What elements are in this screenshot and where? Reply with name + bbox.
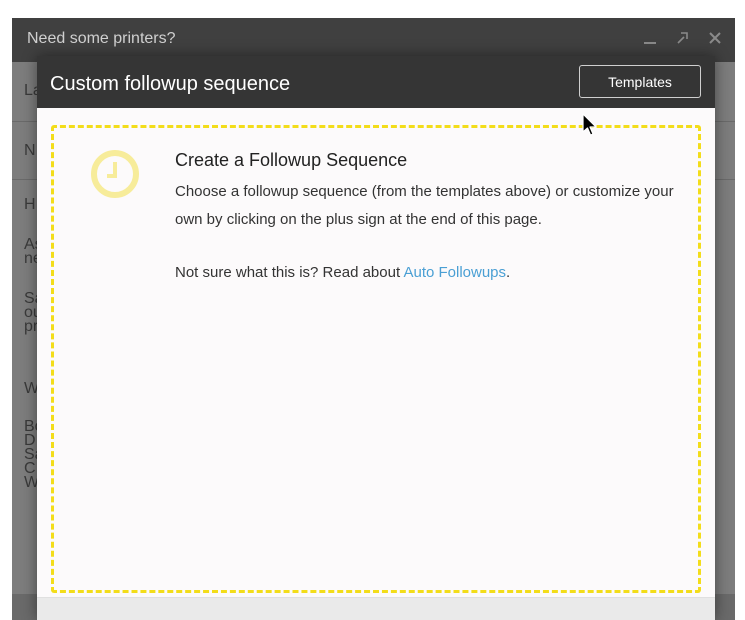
close-icon[interactable] <box>708 28 722 53</box>
help-suffix: . <box>506 264 511 281</box>
templates-button[interactable]: Templates <box>579 65 701 98</box>
mouse-pointer-icon <box>581 113 599 139</box>
followup-modal: Custom followup sequence Templates Creat… <box>37 56 715 620</box>
modal-footer <box>37 597 715 620</box>
help-text: Not sure what this is? Read about Auto F… <box>175 264 510 281</box>
clock-icon <box>89 148 141 200</box>
content-heading: Create a Followup Sequence <box>175 150 408 170</box>
popout-icon[interactable] <box>675 28 691 53</box>
sequence-drop-area: Create a Followup Sequence Choose a foll… <box>51 125 701 593</box>
content-description: Choose a followup sequence (from the tem… <box>175 183 674 228</box>
body-fragment-greeting: H <box>24 196 36 213</box>
subject-fragment: N <box>24 142 36 159</box>
modal-header: Custom followup sequence Templates <box>37 56 715 108</box>
auto-followups-link[interactable]: Auto Followups <box>403 264 506 281</box>
help-prefix: Not sure what this is? Read about <box>175 264 404 281</box>
modal-title: Custom followup sequence <box>50 73 291 95</box>
compose-title: Need some printers? <box>27 30 176 47</box>
minimize-icon[interactable] <box>643 28 657 53</box>
